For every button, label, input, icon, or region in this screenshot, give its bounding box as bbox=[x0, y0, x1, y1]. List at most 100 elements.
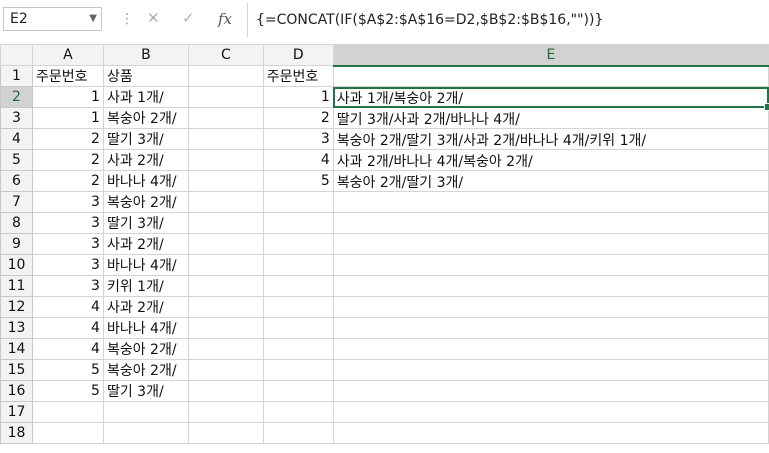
cell-a11[interactable]: 3 bbox=[31, 275, 104, 297]
cell-d15[interactable] bbox=[262, 359, 334, 381]
cell-e7[interactable] bbox=[332, 191, 769, 213]
cell-c11[interactable] bbox=[187, 275, 264, 297]
cell-d2[interactable]: 1 bbox=[262, 86, 334, 108]
drag-handle-icon[interactable]: ⋮ bbox=[120, 11, 134, 27]
cell-e16[interactable] bbox=[332, 380, 769, 402]
cell-b14[interactable]: 복숭아 2개/ bbox=[102, 338, 189, 360]
cell-a9[interactable]: 3 bbox=[31, 233, 104, 255]
cell-a12[interactable]: 4 bbox=[31, 296, 104, 318]
cell-c18[interactable] bbox=[187, 422, 264, 444]
cell-a3[interactable]: 1 bbox=[31, 107, 104, 129]
cell-c15[interactable] bbox=[187, 359, 264, 381]
cell-c3[interactable] bbox=[187, 107, 264, 129]
cell-b13[interactable]: 바나나 4개/ bbox=[102, 317, 189, 339]
row-header[interactable]: 17 bbox=[0, 401, 33, 423]
cell-e1[interactable] bbox=[332, 65, 769, 87]
cell-d13[interactable] bbox=[262, 317, 334, 339]
cell-d11[interactable] bbox=[262, 275, 334, 297]
cell-d12[interactable] bbox=[262, 296, 334, 318]
formula-input[interactable]: {=CONCAT(IF($A$2:$A$16=D2,$B$2:$B$16,"")… bbox=[247, 3, 769, 37]
cell-d16[interactable] bbox=[262, 380, 334, 402]
cell-c5[interactable] bbox=[187, 149, 264, 171]
row-header[interactable]: 12 bbox=[0, 296, 33, 318]
cell-e11[interactable] bbox=[332, 275, 769, 297]
cell-e12[interactable] bbox=[332, 296, 769, 318]
insert-function-icon[interactable]: fx bbox=[218, 10, 232, 28]
cell-c8[interactable] bbox=[187, 212, 264, 234]
cell-b1[interactable]: 상품 bbox=[102, 65, 189, 87]
cell-d3[interactable]: 2 bbox=[262, 107, 334, 129]
column-header-a[interactable]: A bbox=[31, 44, 104, 66]
cell-a1[interactable]: 주문번호 bbox=[31, 65, 104, 87]
cell-e13[interactable] bbox=[332, 317, 769, 339]
cell-a2[interactable]: 1 bbox=[31, 86, 104, 108]
row-header[interactable]: 3 bbox=[0, 107, 33, 129]
cell-a10[interactable]: 3 bbox=[31, 254, 104, 276]
column-header-c[interactable]: C bbox=[187, 44, 264, 66]
cell-e5[interactable]: 사과 2개/바나나 4개/복숭아 2개/ bbox=[332, 149, 769, 171]
column-header-b[interactable]: B bbox=[102, 44, 189, 66]
cell-b16[interactable]: 딸기 3개/ bbox=[102, 380, 189, 402]
cell-b3[interactable]: 복숭아 2개/ bbox=[102, 107, 189, 129]
row-header[interactable]: 5 bbox=[0, 149, 33, 171]
row-header[interactable]: 1 bbox=[0, 65, 33, 87]
cell-b11[interactable]: 키위 1개/ bbox=[102, 275, 189, 297]
cell-d9[interactable] bbox=[262, 233, 334, 255]
row-header[interactable]: 15 bbox=[0, 359, 33, 381]
check-icon[interactable]: ✓ bbox=[182, 9, 195, 27]
column-header-d[interactable]: D bbox=[262, 44, 334, 66]
cell-d14[interactable] bbox=[262, 338, 334, 360]
cell-e2[interactable]: 사과 1개/복숭아 2개/ bbox=[332, 86, 769, 111]
name-box[interactable]: E2 ▼ bbox=[3, 7, 102, 31]
chevron-down-icon[interactable]: ▼ bbox=[89, 8, 97, 30]
cell-c16[interactable] bbox=[187, 380, 264, 402]
cell-e4[interactable]: 복숭아 2개/딸기 3개/사과 2개/바나나 4개/키위 1개/ bbox=[332, 128, 769, 150]
cell-d8[interactable] bbox=[262, 212, 334, 234]
cell-d6[interactable]: 5 bbox=[262, 170, 334, 192]
cell-d10[interactable] bbox=[262, 254, 334, 276]
cell-a6[interactable]: 2 bbox=[31, 170, 104, 192]
cell-c17[interactable] bbox=[187, 401, 264, 423]
cell-b2[interactable]: 사과 1개/ bbox=[102, 86, 189, 108]
cell-e8[interactable] bbox=[332, 212, 769, 234]
cancel-icon[interactable]: ✕ bbox=[147, 9, 160, 27]
cell-a17[interactable] bbox=[31, 401, 104, 423]
row-header[interactable]: 6 bbox=[0, 170, 33, 192]
row-header[interactable]: 16 bbox=[0, 380, 33, 402]
cell-e14[interactable] bbox=[332, 338, 769, 360]
cell-d1[interactable]: 주문번호 bbox=[262, 65, 334, 87]
cell-e15[interactable] bbox=[332, 359, 769, 381]
cell-c2[interactable] bbox=[187, 86, 264, 108]
cell-d18[interactable] bbox=[262, 422, 334, 444]
cell-c13[interactable] bbox=[187, 317, 264, 339]
cell-e9[interactable] bbox=[332, 233, 769, 255]
cell-c14[interactable] bbox=[187, 338, 264, 360]
cell-c10[interactable] bbox=[187, 254, 264, 276]
row-header[interactable]: 18 bbox=[0, 422, 33, 444]
cell-a14[interactable]: 4 bbox=[31, 338, 104, 360]
row-header[interactable]: 7 bbox=[0, 191, 33, 213]
cell-e17[interactable] bbox=[332, 401, 769, 423]
row-header[interactable]: 4 bbox=[0, 128, 33, 150]
cell-c6[interactable] bbox=[187, 170, 264, 192]
cell-d4[interactable]: 3 bbox=[262, 128, 334, 150]
cell-e10[interactable] bbox=[332, 254, 769, 276]
cell-c9[interactable] bbox=[187, 233, 264, 255]
cell-c1[interactable] bbox=[187, 65, 264, 87]
select-all-corner[interactable] bbox=[0, 44, 33, 66]
cell-b12[interactable]: 사과 2개/ bbox=[102, 296, 189, 318]
row-header[interactable]: 9 bbox=[0, 233, 33, 255]
cell-d7[interactable] bbox=[262, 191, 334, 213]
cell-b15[interactable]: 복숭아 2개/ bbox=[102, 359, 189, 381]
cell-b6[interactable]: 바나나 4개/ bbox=[102, 170, 189, 192]
cell-a15[interactable]: 5 bbox=[31, 359, 104, 381]
cell-d17[interactable] bbox=[262, 401, 334, 423]
cell-b7[interactable]: 복숭아 2개/ bbox=[102, 191, 189, 213]
cell-a13[interactable]: 4 bbox=[31, 317, 104, 339]
row-header[interactable]: 13 bbox=[0, 317, 33, 339]
cell-b18[interactable] bbox=[102, 422, 189, 444]
column-header-e[interactable]: E bbox=[332, 44, 769, 67]
cell-c4[interactable] bbox=[187, 128, 264, 150]
row-header[interactable]: 10 bbox=[0, 254, 33, 276]
cell-a18[interactable] bbox=[31, 422, 104, 444]
